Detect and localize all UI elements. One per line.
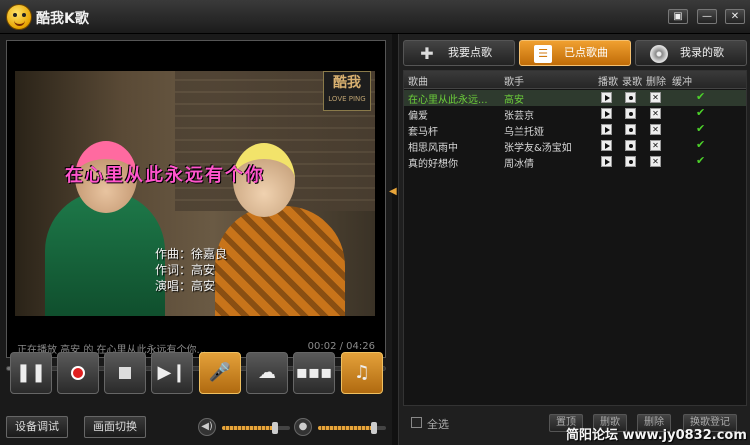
channel-logo: 酷我 LOVE PING: [323, 71, 371, 111]
select-all-checkbox[interactable]: [411, 417, 422, 428]
music-volume-fill: [222, 426, 276, 430]
app-logo-icon: [6, 4, 32, 30]
microphone-icon[interactable]: ●: [294, 418, 312, 436]
play-song-icon[interactable]: [601, 108, 612, 119]
header-buffer: 缓冲: [672, 77, 692, 88]
lyric-line: 在心里从此永远有个你: [65, 165, 265, 186]
buffered-check-icon: ✔: [696, 106, 706, 119]
minimize-button[interactable]: —: [697, 9, 717, 24]
skin-button[interactable]: ▣: [668, 9, 688, 24]
delete-song-icon[interactable]: ✕: [650, 156, 661, 167]
song-singer: 高安: [504, 95, 524, 106]
buffered-check-icon: ✔: [696, 122, 706, 135]
song-singer: 张学友&汤宝如: [504, 143, 572, 154]
record-song-icon[interactable]: [625, 156, 636, 167]
song-singer: 乌兰托娅: [504, 127, 544, 138]
play-song-icon[interactable]: [601, 92, 612, 103]
tab-label: 已点歌曲: [564, 46, 608, 59]
song-title: 套马杆: [408, 127, 438, 138]
buffered-check-icon: ✔: [696, 138, 706, 151]
play-song-icon[interactable]: [601, 156, 612, 167]
music-volume-knob[interactable]: [272, 422, 279, 434]
header-delete: 删除: [646, 77, 666, 88]
header-play: 播歌: [598, 77, 618, 88]
tab-choose-songs[interactable]: ✚ 我要点歌: [403, 40, 515, 66]
stop-icon: [119, 367, 131, 379]
play-song-icon[interactable]: [601, 124, 612, 135]
screen-switch-button[interactable]: 画面切换: [84, 416, 146, 438]
delete-song-icon[interactable]: ✕: [650, 124, 661, 135]
tab-my-recordings[interactable]: 我录的歌: [635, 40, 747, 66]
music-note-button[interactable]: ♫: [341, 352, 383, 394]
music-volume-slider[interactable]: [222, 422, 290, 434]
header-singer: 歌手: [504, 77, 524, 88]
title-bar: 酷我K歌 ▣ — ✕: [0, 0, 750, 34]
song-title: 真的好想你: [408, 159, 458, 170]
app-title: 酷我K歌: [36, 11, 89, 27]
credit-line: 作词：高安: [155, 263, 216, 277]
chat-button[interactable]: ☁: [246, 352, 288, 394]
mic-volume-knob[interactable]: [370, 422, 377, 434]
buffered-check-icon: ✔: [696, 154, 706, 167]
song-title: 在心里从此永远...: [408, 95, 488, 106]
stop-button[interactable]: [104, 352, 146, 394]
singer-right: [215, 206, 345, 316]
select-all-label: 全选: [427, 418, 449, 431]
mic-volume-fill: [318, 426, 374, 430]
buffered-check-icon: ✔: [696, 90, 706, 103]
device-test-button[interactable]: 设备调试: [6, 416, 68, 438]
record-icon: [71, 366, 85, 380]
delete-song-icon[interactable]: ✕: [650, 140, 661, 151]
credit-line: 作曲：徐嘉良: [155, 247, 228, 261]
record-song-icon[interactable]: [625, 124, 636, 135]
record-song-icon[interactable]: [625, 108, 636, 119]
table-row[interactable]: 偏爱 张芸京 ✕ ✔: [404, 106, 746, 122]
player-panel: 酷我 LOVE PING 在心里从此永远有个你 作曲：徐嘉良 作词：高安 演唱：高…: [0, 34, 392, 445]
record-song-icon[interactable]: [625, 92, 636, 103]
list-icon: ☰: [534, 45, 552, 63]
song-credits: 作曲：徐嘉良 作词：高安 演唱：高安: [155, 246, 227, 294]
table-row[interactable]: 相思风雨中 张学友&汤宝如 ✕ ✔: [404, 138, 746, 154]
equalizer-button[interactable]: ▪▪▪: [293, 352, 335, 394]
song-title: 相思风雨中: [408, 143, 458, 154]
song-singer: 周冰倩: [504, 159, 534, 170]
panel-collapse-arrow-icon[interactable]: ◀: [389, 180, 397, 204]
disc-icon: [650, 45, 668, 63]
video-display[interactable]: 酷我 LOVE PING 在心里从此永远有个你 作曲：徐嘉良 作词：高安 演唱：高…: [6, 40, 386, 358]
speaker-icon[interactable]: ◀): [198, 418, 216, 436]
playlist-tabs: ✚ 我要点歌 ☰ 已点歌曲 我录的歌: [403, 40, 747, 68]
song-singer: 张芸京: [504, 111, 534, 122]
table-header: 歌曲 歌手 播歌 录歌 删除 缓冲: [404, 71, 746, 89]
song-table: 歌曲 歌手 播歌 录歌 删除 缓冲 在心里从此永远... 高安 ✕ ✔ 偏爱 张芸京 ✕ ✔ 套…: [403, 70, 747, 406]
header-record: 录歌: [622, 77, 642, 88]
credit-line: 演唱：高安: [155, 279, 216, 293]
delete-song-icon[interactable]: ✕: [650, 108, 661, 119]
tab-label: 我要点歌: [448, 46, 492, 59]
header-song: 歌曲: [408, 77, 428, 88]
next-button[interactable]: ▶❙: [151, 352, 193, 394]
delete-song-icon[interactable]: ✕: [650, 92, 661, 103]
tab-label: 我录的歌: [680, 46, 724, 59]
plus-icon: ✚: [420, 44, 434, 63]
play-song-icon[interactable]: [601, 140, 612, 151]
mic-button[interactable]: 🎤: [199, 352, 241, 394]
song-title: 偏爱: [408, 111, 428, 122]
mic-volume-slider[interactable]: [318, 422, 386, 434]
close-button[interactable]: ✕: [725, 9, 745, 24]
video-image: 酷我 LOVE PING 在心里从此永远有个你 作曲：徐嘉良 作词：高安 演唱：高…: [15, 71, 375, 316]
table-row[interactable]: 套马杆 乌兰托娅 ✕ ✔: [404, 122, 746, 138]
record-song-icon[interactable]: [625, 140, 636, 151]
record-button[interactable]: [57, 352, 99, 394]
table-row[interactable]: 真的好想你 周冰倩 ✕ ✔: [404, 154, 746, 170]
playback-time: 00:02 / 04:26: [307, 341, 375, 352]
watermark-text: 简阳论坛 www.jy0832.com: [566, 428, 747, 443]
pause-button[interactable]: ❚❚: [10, 352, 52, 394]
playlist-panel: ✚ 我要点歌 ☰ 已点歌曲 我录的歌 歌曲 歌手 播歌 录歌 删除 缓冲 在心里…: [398, 34, 750, 445]
tab-selected-songs[interactable]: ☰ 已点歌曲: [519, 40, 631, 66]
table-row[interactable]: 在心里从此永远... 高安 ✕ ✔: [404, 90, 746, 106]
